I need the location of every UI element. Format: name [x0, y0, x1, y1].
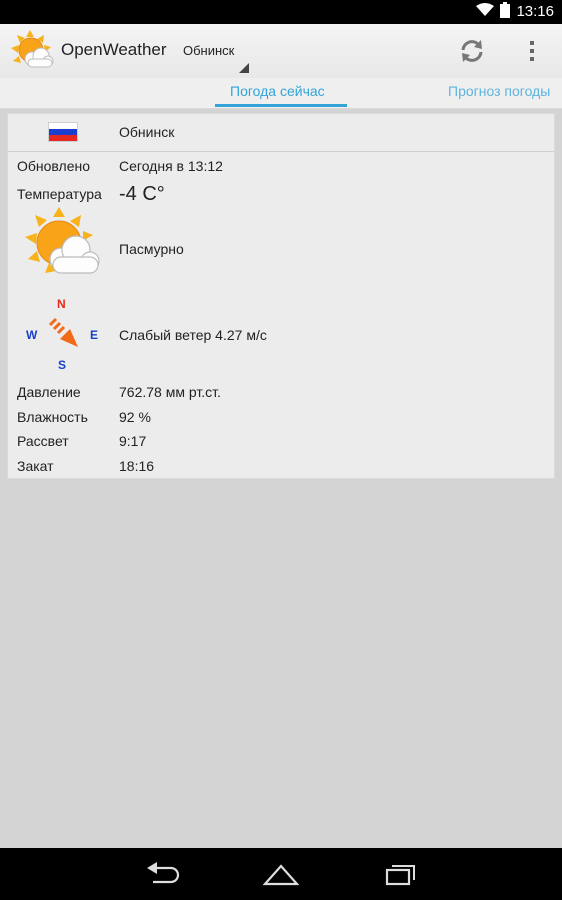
humidity-value: 92 % — [119, 409, 151, 425]
tab-current-weather[interactable]: Погода сейчас — [230, 83, 325, 99]
city-spinner[interactable]: Обнинск — [183, 43, 249, 73]
tab-bar: Погода сейчас Прогноз погоды — [0, 78, 562, 109]
app-title: OpenWeather — [61, 40, 167, 59]
compass-north-label: N — [57, 297, 66, 311]
wind-info: Слабый ветер 4.27 м/с — [119, 327, 267, 343]
navigation-bar — [0, 848, 562, 900]
temperature-label: Температура — [17, 186, 102, 202]
back-icon — [147, 862, 180, 884]
refresh-icon — [461, 40, 483, 62]
home-icon — [262, 864, 300, 886]
home-button[interactable] — [262, 860, 300, 888]
humidity-label: Влажность — [17, 409, 88, 425]
wind-compass: N E S W — [22, 297, 102, 373]
battery-icon — [500, 1, 511, 23]
recent-apps-icon — [385, 865, 415, 886]
russia-flag-icon — [48, 122, 78, 142]
updated-value: Сегодня в 13:12 — [119, 158, 223, 174]
status-time: 13:16 — [516, 3, 554, 20]
refresh-button[interactable] — [458, 37, 486, 65]
overflow-menu-icon — [525, 41, 539, 61]
sunset-label: Закат — [17, 458, 54, 474]
overflow-menu-button[interactable] — [525, 38, 539, 64]
city-spinner-label: Обнинск — [183, 43, 235, 58]
status-bar: 13:16 — [0, 0, 562, 24]
sunrise-label: Рассвет — [17, 433, 69, 449]
action-bar: OpenWeather Обнинск — [0, 24, 562, 79]
recent-apps-button[interactable] — [383, 860, 419, 888]
pressure-value: 762.78 мм рт.ст. — [119, 384, 221, 400]
compass-east-label: E — [90, 328, 99, 342]
compass-south-label: S — [58, 358, 67, 372]
overcast-weather-icon — [23, 207, 103, 283]
city-name: Обнинск — [119, 124, 175, 140]
compass-west-label: W — [26, 328, 38, 342]
weather-condition: Пасмурно — [119, 241, 184, 257]
sunrise-value: 9:17 — [119, 433, 147, 449]
pressure-label: Давление — [17, 384, 81, 400]
sunset-value: 18:16 — [119, 458, 155, 474]
city-row: Обнинск — [8, 114, 554, 152]
temperature-value: -4 C° — [119, 183, 165, 205]
app-logo-icon[interactable] — [10, 29, 54, 73]
wind-direction-arrow-icon — [48, 317, 78, 347]
wifi-icon — [476, 2, 495, 22]
spinner-arrow-icon — [239, 63, 249, 73]
tab-forecast[interactable]: Прогноз погоды — [448, 83, 550, 99]
updated-label: Обновлено — [17, 158, 91, 174]
back-button[interactable] — [145, 860, 181, 888]
tab-indicator — [215, 104, 347, 107]
current-weather-card: Обнинск Обновлено Сегодня в 13:12 Темпер… — [7, 113, 555, 479]
